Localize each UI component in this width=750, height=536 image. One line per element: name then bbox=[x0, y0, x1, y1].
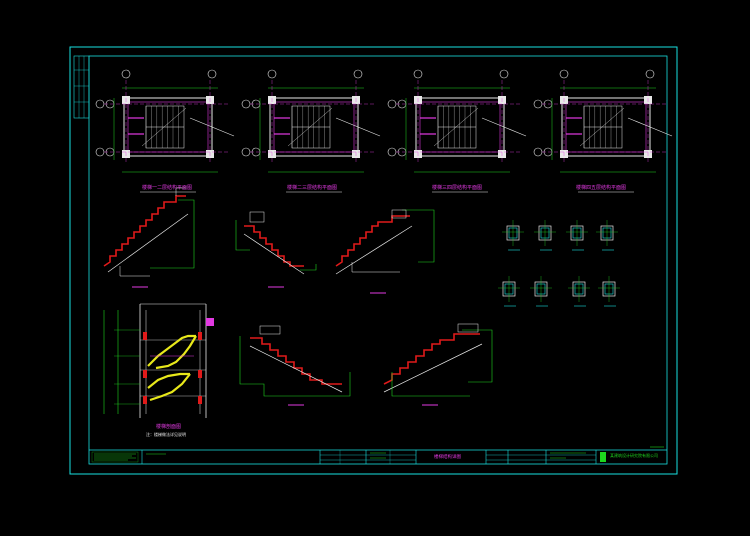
flight-section-5 bbox=[383, 323, 493, 406]
flight-section-2 bbox=[235, 211, 317, 288]
plan-title-2: 楼梯二三层结构平面图 bbox=[287, 185, 338, 191]
axis-bubble bbox=[645, 69, 655, 79]
title-block-lines bbox=[89, 446, 667, 464]
drawing-name: 楼梯结构详图 bbox=[434, 455, 461, 460]
stair-plan-3 bbox=[387, 69, 527, 193]
detail-8 bbox=[598, 276, 620, 307]
beam-details bbox=[498, 220, 620, 307]
axis-bubble bbox=[559, 69, 569, 79]
stair-plan-1 bbox=[95, 69, 235, 193]
axis-bubble bbox=[353, 69, 363, 79]
axis-bubble bbox=[241, 99, 251, 109]
stair-section bbox=[103, 303, 214, 418]
axis-bubble bbox=[533, 147, 543, 157]
axis-bubble bbox=[121, 69, 131, 79]
detail-3 bbox=[566, 220, 588, 251]
axis-bubble bbox=[95, 147, 105, 157]
sheet-outer-frame bbox=[69, 46, 678, 475]
detail-4 bbox=[596, 220, 618, 251]
axis-bubble bbox=[95, 99, 105, 109]
axis-bubble bbox=[241, 147, 251, 157]
detail-1 bbox=[502, 220, 524, 251]
axis-bubble bbox=[533, 99, 543, 109]
company-name: 某建筑设计研究院有限公司 bbox=[610, 453, 658, 458]
flight-section-4 bbox=[239, 325, 351, 406]
stair-plan-4 bbox=[533, 69, 673, 193]
axis-bubble bbox=[267, 69, 277, 79]
axis-bubble bbox=[499, 69, 509, 79]
detail-5 bbox=[498, 276, 520, 307]
plan-title-4: 楼梯四五层结构平面图 bbox=[576, 185, 627, 191]
detail-2 bbox=[534, 220, 556, 251]
flight-section-3 bbox=[335, 209, 435, 294]
detail-6 bbox=[530, 276, 552, 307]
stair-plan-2 bbox=[241, 69, 381, 193]
flight-section-1 bbox=[103, 187, 195, 288]
axis-bubble bbox=[207, 69, 217, 79]
plan-title-1: 楼梯一二层结构平面图 bbox=[142, 185, 193, 191]
detail-7 bbox=[568, 276, 590, 307]
axis-bubble bbox=[387, 147, 397, 157]
axis-bubble bbox=[387, 99, 397, 109]
stair-plans bbox=[95, 69, 673, 193]
binding-strip bbox=[73, 55, 90, 119]
section-note: 注：楼梯做法详见说明 bbox=[146, 432, 186, 437]
section-title: 楼梯剖面图 bbox=[156, 424, 182, 430]
axis-bubble bbox=[413, 69, 423, 79]
plan-title-3: 楼梯三四层结构平面图 bbox=[432, 185, 483, 191]
sheet-inner-frame bbox=[88, 55, 668, 465]
